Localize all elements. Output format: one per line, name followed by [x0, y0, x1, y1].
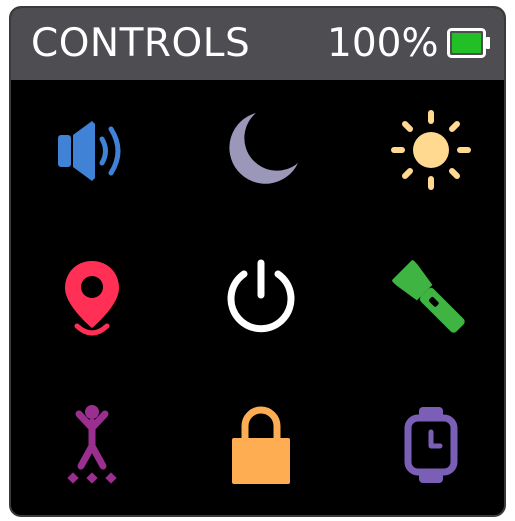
power-button[interactable]: [196, 234, 326, 364]
lock-button[interactable]: [196, 380, 326, 510]
page-title: CONTROLS: [31, 21, 251, 66]
flashlight-button[interactable]: [366, 234, 496, 364]
do-not-disturb-button[interactable]: [196, 85, 326, 215]
device-screen: CONTROLS 100%: [9, 6, 506, 517]
brightness-button[interactable]: [366, 85, 496, 215]
person-activity-icon: [67, 405, 117, 484]
battery-icon: [447, 28, 490, 58]
flashlight-icon: [392, 260, 465, 333]
status-header: CONTROLS 100%: [11, 8, 504, 80]
activity-button[interactable]: [27, 380, 157, 510]
sun-icon: [391, 110, 471, 190]
controls-grid: [11, 80, 504, 515]
location-button[interactable]: [27, 234, 157, 364]
watch-icon: [404, 407, 458, 483]
lock-icon: [232, 406, 290, 484]
power-icon: [227, 259, 295, 333]
speaker-icon: [58, 121, 121, 181]
watch-face-button[interactable]: [366, 380, 496, 510]
battery-percentage: 100%: [327, 21, 439, 66]
battery-fill: [452, 33, 481, 53]
map-pin-icon: [65, 261, 119, 336]
moon-icon: [229, 113, 298, 184]
volume-button[interactable]: [27, 85, 157, 215]
